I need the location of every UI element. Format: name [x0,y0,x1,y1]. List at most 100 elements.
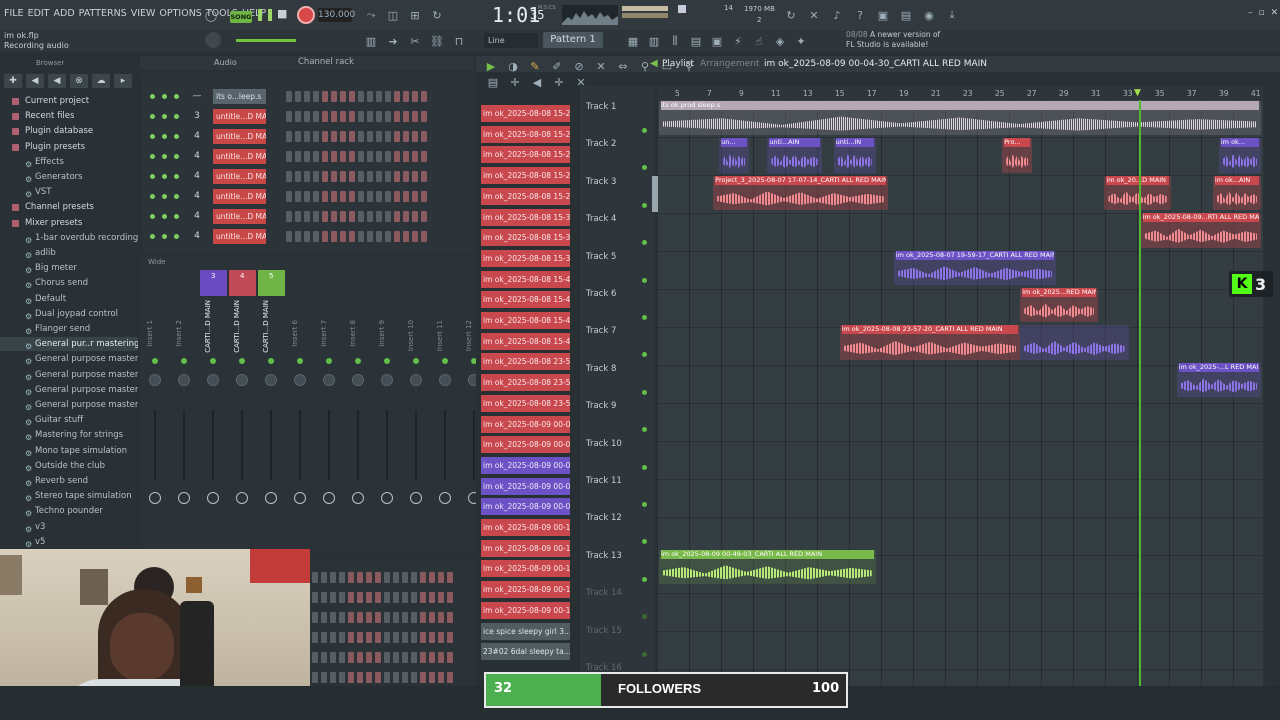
pattern-item[interactable]: im ok_2025-08-08 15-2... [481,146,570,164]
mixer-mode[interactable]: Wide [148,258,165,266]
step[interactable] [385,231,391,242]
step[interactable] [385,131,391,142]
pause-button[interactable]: ❚❚ [255,7,275,21]
channel-mixer-track[interactable]: 4 [192,211,202,221]
audio-clip[interactable]: unti...AIN [767,138,822,173]
channel-led[interactable] [174,174,179,179]
channel-name-button[interactable]: untitle...D MAIN [213,169,266,184]
step[interactable] [304,211,310,222]
audio-clip[interactable] [1020,325,1129,360]
step-row[interactable] [312,632,453,643]
insert-enable-led[interactable] [152,358,158,364]
channel-led[interactable] [150,94,155,99]
step[interactable] [394,151,400,162]
pattern-select[interactable]: Pattern 1 [543,32,603,48]
browser-item[interactable]: ⚙ 1-bar overdub recording [0,231,138,245]
audio-clip[interactable]: im ok_2025-08-07 19-59-17_CARTI ALL RED … [893,250,1057,285]
audio-clip[interactable]: im ok_2025-08-09...RTI ALL RED MAIN [1140,213,1261,248]
pattern-item[interactable]: im ok_2025-08-08 15-3... [481,249,570,267]
browser-options-icon[interactable]: ✚ [4,74,22,88]
playlist-view[interactable]: Arrangement [700,59,759,69]
mixer-insert[interactable]: Insert 11 [432,270,459,550]
browser-item[interactable]: ⚙General purpose mastering 4 [0,383,138,397]
volume-fader[interactable] [444,410,446,480]
step[interactable] [376,131,382,142]
channel-group[interactable]: Audio [214,58,237,67]
channel-led[interactable] [162,194,167,199]
channel-led[interactable] [174,154,179,159]
step[interactable] [393,652,399,663]
step[interactable] [312,592,318,603]
step[interactable] [438,572,444,583]
step[interactable] [321,592,327,603]
step[interactable] [357,572,363,583]
mic-icon[interactable]: ♪ [828,7,846,23]
volume-fader[interactable] [183,410,185,480]
browser-item[interactable]: ⚙ Stereo tape simulation [0,489,138,503]
step[interactable] [385,211,391,222]
step[interactable] [340,231,346,242]
step[interactable] [412,231,418,242]
step-sequencer[interactable] [286,91,427,102]
step[interactable] [411,612,417,623]
step[interactable] [375,612,381,623]
track-name[interactable]: Track 5 [586,252,616,262]
track-name[interactable]: Track 3 [586,177,616,187]
pattern-item[interactable]: im ok_2025-08-09 00-0... [481,436,570,454]
pattern-item[interactable]: im ok_2025-08-09 00-1... [481,560,570,578]
step[interactable] [331,231,337,242]
stop-button[interactable]: ■ [277,7,287,20]
step[interactable] [402,672,408,683]
step[interactable] [412,211,418,222]
tempo-display[interactable]: 130.000 [318,8,355,22]
step-row[interactable] [312,592,453,603]
step[interactable] [394,91,400,102]
step[interactable] [313,231,319,242]
channel-led[interactable] [162,174,167,179]
channel-row[interactable]: 4 untitle...D MAIN [146,148,476,166]
browser-item[interactable]: Mixer presets [0,216,138,230]
browser-icon[interactable]: ▣ [708,33,726,49]
step[interactable] [313,151,319,162]
step[interactable] [411,652,417,663]
insert-enable-led[interactable] [297,358,303,364]
channel-led[interactable] [162,234,167,239]
track-name[interactable]: Track 4 [586,214,616,224]
channel-row[interactable]: — its o...leep.s [146,88,476,106]
playhead[interactable] [1139,100,1141,686]
step[interactable] [339,652,345,663]
mixer-insert[interactable]: Insert 1 [142,270,169,550]
browser-item[interactable]: ⚙ Techno pounder [0,504,138,518]
step[interactable] [349,151,355,162]
step[interactable] [411,672,417,683]
send-knob[interactable] [265,492,277,504]
audio-clip[interactable]: im ok_2025-08-08 23-57-20_CARTI ALL RED … [839,325,1021,360]
menu-add[interactable]: ADD [54,8,75,19]
channel-mixer-track[interactable]: 4 [192,171,202,181]
step[interactable] [403,211,409,222]
step[interactable] [394,111,400,122]
pan-knob[interactable] [207,374,219,386]
browser-item[interactable]: ⚙General purpose mastering 2 [0,352,138,366]
step[interactable] [447,672,453,683]
track-name[interactable]: Track 15 [586,626,622,636]
step[interactable] [394,131,400,142]
step-sequencer[interactable] [286,111,427,122]
step[interactable] [321,672,327,683]
step[interactable] [420,652,426,663]
mute-tool-icon[interactable]: ✕ [592,58,610,74]
channel-mixer-track[interactable]: 4 [192,131,202,141]
browser-item[interactable]: ⚙General purpose mastering 3 [0,368,138,382]
step[interactable] [358,191,364,202]
menu-edit[interactable]: EDIT [28,8,50,19]
step[interactable] [421,111,427,122]
step[interactable] [393,672,399,683]
channel-name-button[interactable]: untitle...D MAIN [213,229,266,244]
step[interactable] [384,632,390,643]
step[interactable] [322,91,328,102]
step[interactable] [402,652,408,663]
pattern-item[interactable]: im ok_2025-08-08 15-3... [481,229,570,247]
pattern-item[interactable]: im ok_2025-08-09 00-0... [481,498,570,516]
export-icon[interactable]: ⤓ [943,7,961,23]
step[interactable] [394,211,400,222]
